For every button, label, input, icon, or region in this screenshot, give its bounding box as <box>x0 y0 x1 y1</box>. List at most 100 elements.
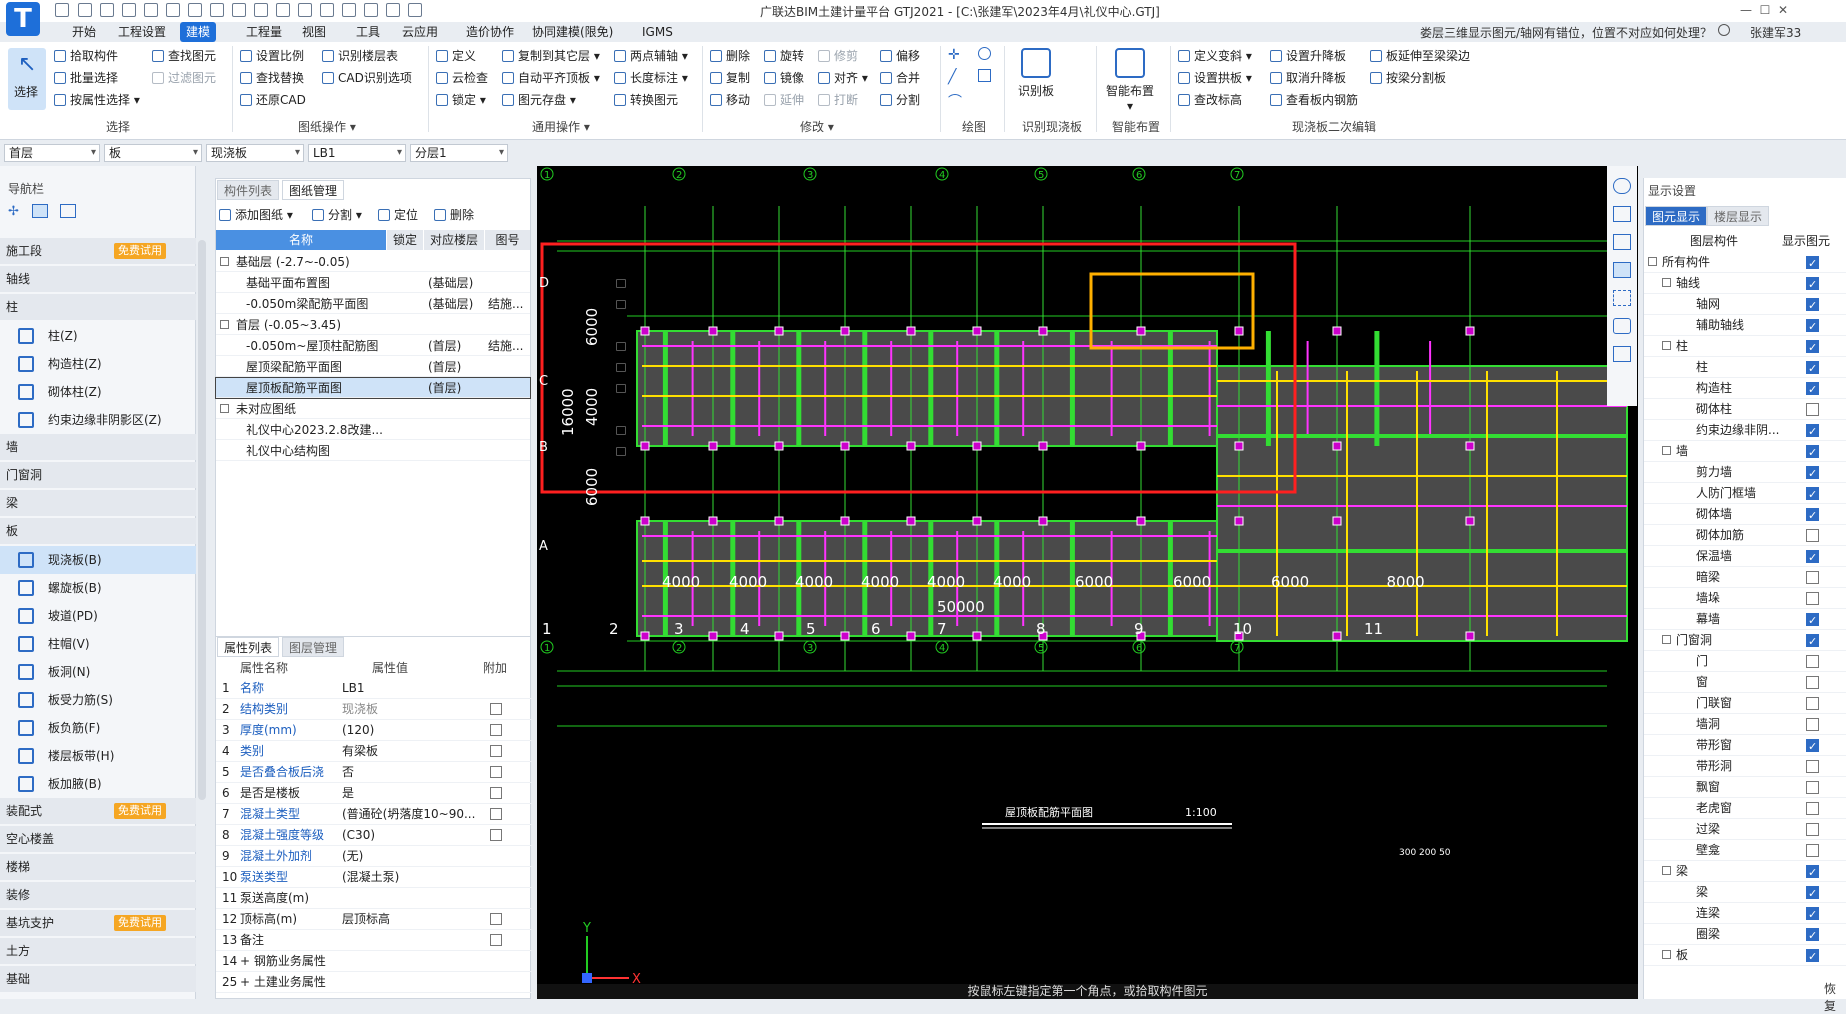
layer-view-icon[interactable] <box>1613 262 1631 278</box>
collapse-icon[interactable] <box>1662 446 1671 455</box>
display-checkbox[interactable] <box>1806 655 1819 668</box>
layer-row[interactable]: 人防门框墙 <box>1644 483 1846 505</box>
layer-row[interactable]: 门联窗 <box>1644 693 1846 714</box>
extra-checkbox[interactable] <box>490 766 502 778</box>
display-checkbox[interactable] <box>1806 631 1819 652</box>
batch-select-button[interactable]: 批量选择 <box>54 69 118 87</box>
property-row[interactable]: 5 是否叠合板后浇 否 <box>216 762 532 783</box>
tab-component-list[interactable]: 构件列表 <box>217 180 280 200</box>
nav-group[interactable]: 装配式 免费试用 <box>0 798 196 824</box>
layer-select[interactable]: 分层1 <box>410 144 508 162</box>
display-checkbox[interactable] <box>1806 403 1819 416</box>
display-checkbox[interactable] <box>1806 505 1819 526</box>
layer-row[interactable]: 飘窗 <box>1644 777 1846 798</box>
nav-item[interactable]: 构造柱(Z) <box>0 350 196 378</box>
floor-select[interactable]: 首层 <box>4 144 100 162</box>
define-button[interactable]: 定义 <box>436 47 476 65</box>
layer-row[interactable]: 幕墙 <box>1644 609 1846 631</box>
length-dimension-button[interactable]: 长度标注 ▾ <box>614 69 688 87</box>
extra-checkbox[interactable] <box>490 703 502 715</box>
cad-identify-options-button[interactable]: CAD识别选项 <box>322 69 412 87</box>
display-checkbox[interactable] <box>1806 274 1819 295</box>
copy-to-other-floor-button[interactable]: 复制到其它层 ▾ <box>502 47 600 65</box>
cloud-check-button[interactable]: 云检查 <box>436 69 488 87</box>
find-element-button[interactable]: 查找图元 <box>152 47 216 65</box>
display-checkbox[interactable] <box>1806 697 1819 710</box>
restore-button[interactable]: 恢复 <box>1824 980 1846 1014</box>
extra-checkbox[interactable] <box>490 934 502 946</box>
collapse-icon[interactable] <box>220 257 229 266</box>
extra-checkbox[interactable] <box>490 745 502 757</box>
layer-row[interactable]: 构造柱 <box>1644 378 1846 400</box>
window-controls[interactable]: — ☐ ✕ <box>1740 3 1788 17</box>
rotate-button[interactable]: 旋转 <box>764 47 804 65</box>
drawing-row[interactable]: 礼仪中心结构图 <box>216 441 626 461</box>
layer-row[interactable]: 轴线 <box>1644 273 1846 295</box>
extra-checkbox[interactable] <box>490 787 502 799</box>
lock-icon[interactable] <box>616 363 626 372</box>
delete-button[interactable]: 删除 <box>710 47 750 65</box>
move-button[interactable]: 移动 <box>710 91 750 109</box>
display-checkbox[interactable] <box>1806 529 1819 542</box>
save-icon[interactable] <box>100 3 114 17</box>
layer-row[interactable]: 砌体加筋 <box>1644 525 1846 546</box>
menu-5[interactable]: 工具 <box>350 22 386 42</box>
layer-row[interactable]: 门窗洞 <box>1644 630 1846 652</box>
property-row[interactable]: 2 结构类别 现浇板 <box>216 699 532 720</box>
drawing-row[interactable]: 基础层 (-2.7~-0.05) <box>216 252 530 272</box>
drawing-row[interactable]: 未对应图纸 <box>216 399 530 419</box>
lock-icon[interactable] <box>616 426 626 435</box>
lock-icon[interactable] <box>616 300 626 309</box>
trim-button[interactable]: 修剪 <box>818 47 858 65</box>
rect-draw-icon[interactable] <box>978 69 991 82</box>
mirror-button[interactable]: 镜像 <box>764 69 804 87</box>
check-elevation-button[interactable]: 查改标高 <box>1178 91 1242 109</box>
merge-button[interactable]: 合并 <box>880 69 920 87</box>
layer-row[interactable]: 圈梁 <box>1644 924 1846 946</box>
circle-draw-icon[interactable] <box>978 47 991 60</box>
display-checkbox[interactable] <box>1806 823 1819 836</box>
nav-item[interactable]: 柱帽(V) <box>0 630 196 658</box>
calculate-icon[interactable] <box>188 3 202 17</box>
nav-item[interactable]: 板负筋(F) <box>0 714 196 742</box>
collapse-icon[interactable] <box>1662 341 1671 350</box>
property-row[interactable]: 1 名称 LB1 <box>216 678 532 699</box>
collapse-icon[interactable] <box>1662 278 1671 287</box>
layer-row[interactable]: 墙垛 <box>1644 588 1846 609</box>
layer-row[interactable]: 砌体柱 <box>1644 399 1846 420</box>
set-slope-button[interactable]: 定义变斜 ▾ <box>1178 47 1252 65</box>
nav-item[interactable]: 现浇板(B) <box>0 546 196 574</box>
nav-group[interactable]: 装修 <box>0 882 196 908</box>
list-view-icon[interactable] <box>32 204 48 218</box>
nav-item[interactable]: 板洞(N) <box>0 658 196 686</box>
align-button[interactable]: 对齐 ▾ <box>818 69 868 87</box>
property-row[interactable]: 9 混凝土外加剂 (无) <box>216 846 532 867</box>
layer-row[interactable]: 保温墙 <box>1644 546 1846 568</box>
search-icon[interactable] <box>1718 24 1730 36</box>
select-by-attribute-button[interactable]: 按属性选择 ▾ <box>54 91 140 109</box>
display-checkbox[interactable] <box>1806 484 1819 505</box>
export-icon[interactable] <box>386 3 400 17</box>
layer-row[interactable]: 梁 <box>1644 861 1846 883</box>
identify-floor-table-button[interactable]: 识别楼层表 <box>322 47 398 65</box>
smart-layout-button[interactable]: 智能布置 ▾ <box>1102 48 1158 113</box>
redo-icon[interactable] <box>144 3 158 17</box>
3d-view-icon[interactable] <box>1613 178 1631 194</box>
property-row[interactable]: 3 厚度(mm) (120) <box>216 720 532 741</box>
nav-group[interactable]: 基坑支护 免费试用 <box>0 910 196 936</box>
nav-group[interactable]: 柱 <box>0 294 196 320</box>
filter-element-button[interactable]: 过滤图元 <box>152 69 216 87</box>
layout-icon[interactable] <box>342 3 356 17</box>
point-draw-icon[interactable]: ✛ <box>948 47 960 63</box>
component-select[interactable]: LB1 <box>308 144 406 162</box>
nav-item[interactable]: 螺旋板(B) <box>0 574 196 602</box>
display-checkbox[interactable] <box>1806 718 1819 731</box>
collapse-icon[interactable] <box>1662 866 1671 875</box>
display-checkbox[interactable] <box>1806 862 1819 883</box>
layer-row[interactable]: 剪力墙 <box>1644 462 1846 484</box>
lock-icon[interactable] <box>616 384 626 393</box>
layer-row[interactable]: 暗梁 <box>1644 567 1846 588</box>
nav-group[interactable]: 施工段 免费试用 <box>0 238 196 264</box>
layer-row[interactable]: 过梁 <box>1644 819 1846 840</box>
menu-9[interactable]: IGMS <box>636 22 679 42</box>
